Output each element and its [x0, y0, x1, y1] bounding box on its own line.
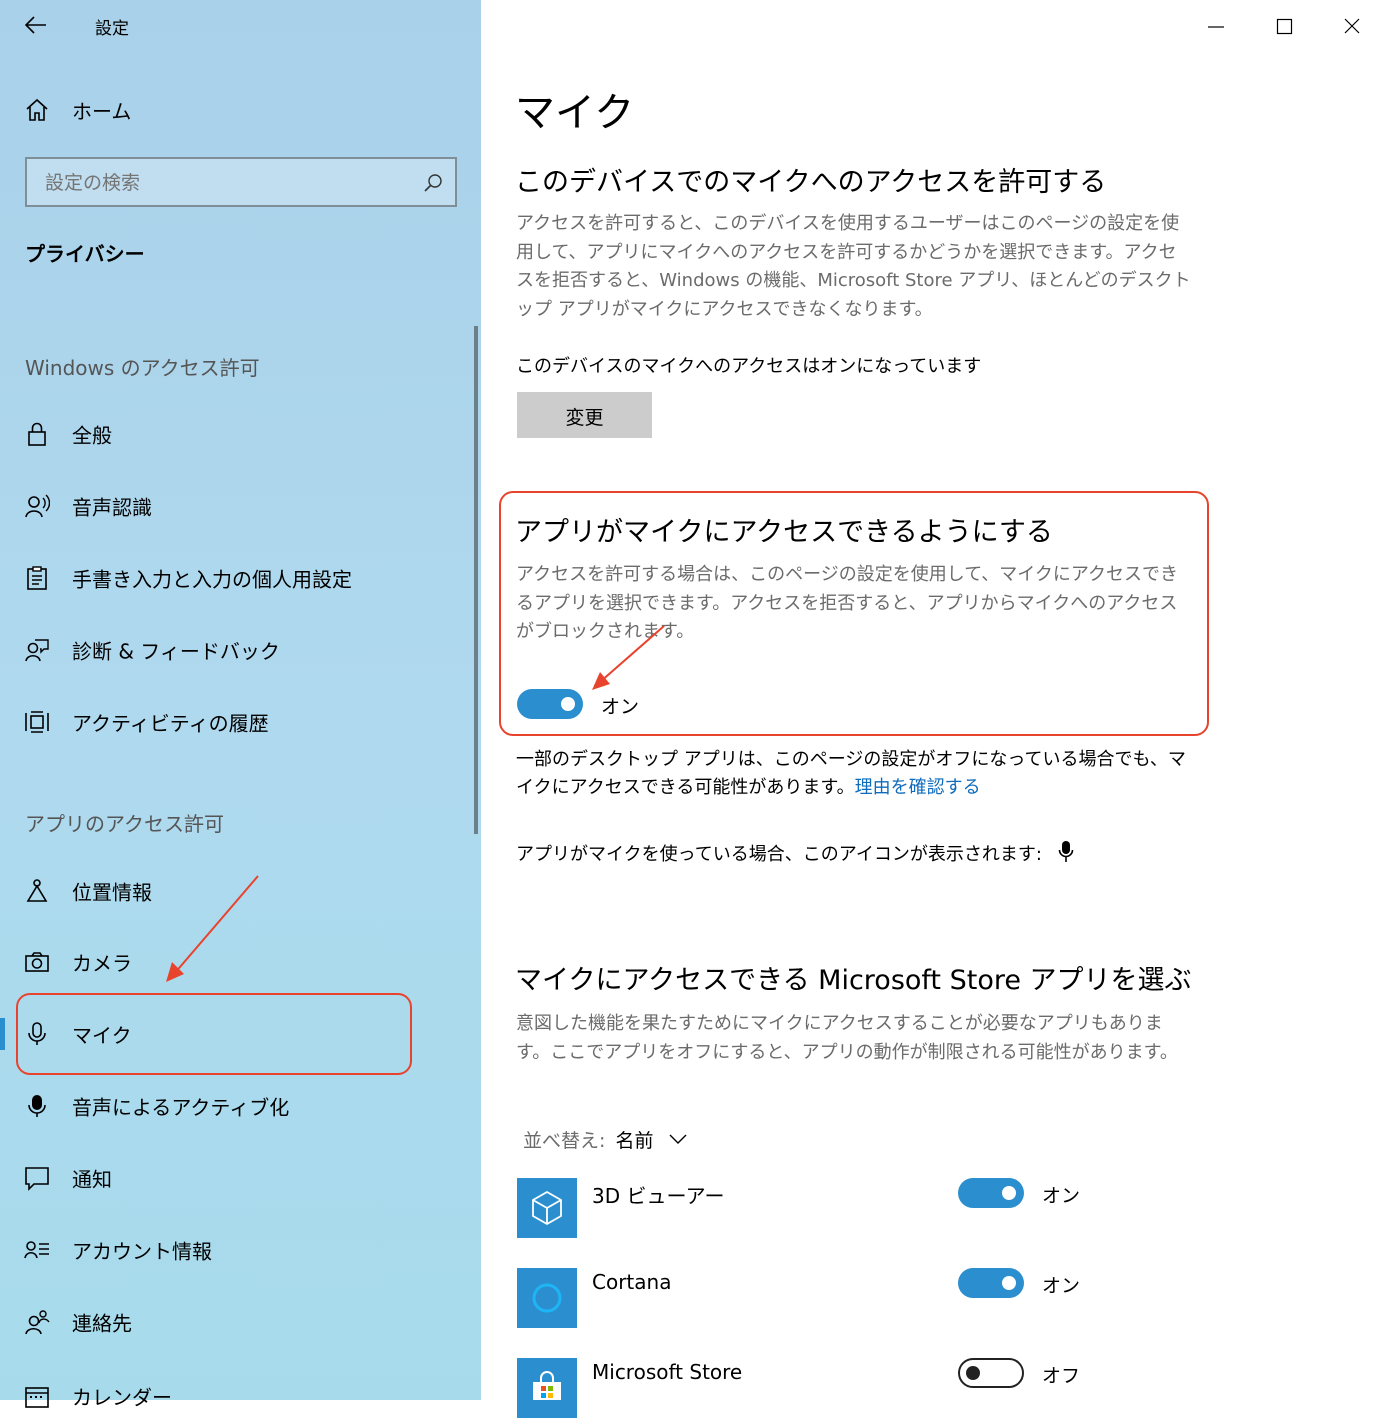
sidebar-item-contacts[interactable]: 連絡先 — [0, 1292, 481, 1352]
annotation-arrow — [592, 625, 665, 690]
location-icon — [24, 878, 50, 904]
change-button-label: 変更 — [565, 407, 604, 429]
app-toggle-3d-viewer[interactable] — [958, 1178, 1024, 1208]
sort-dropdown[interactable]: 並べ替え: 名前 — [523, 1126, 688, 1153]
sidebar-item-label: ホーム — [72, 99, 132, 124]
minimize-button[interactable] — [1197, 12, 1237, 42]
selected-indicator — [0, 1018, 5, 1050]
sidebar-item-inking-typing[interactable]: 手書き入力と入力の個人用設定 — [0, 548, 481, 608]
camera-icon — [24, 949, 50, 975]
maximize-icon — [1276, 18, 1293, 35]
sidebar-item-notifications[interactable]: 通知 — [0, 1148, 481, 1208]
sidebar-item-home[interactable]: ホーム — [0, 80, 481, 140]
sidebar-item-activity-history[interactable]: アクティビティの履歴 — [0, 692, 481, 752]
sidebar-item-label: カメラ — [72, 951, 132, 976]
minimize-icon — [1208, 26, 1224, 28]
app-tile-cortana — [517, 1268, 577, 1328]
app-name: Microsoft Store — [592, 1360, 743, 1384]
sidebar-item-account-info[interactable]: アカウント情報 — [0, 1220, 481, 1280]
maximize-button[interactable] — [1267, 12, 1307, 42]
mic-in-use-note-text: アプリがマイクを使っている場合、このアイコンが表示されます: — [516, 844, 1042, 865]
sidebar-item-general[interactable]: 全般 — [0, 404, 481, 464]
lock-icon — [24, 421, 50, 447]
notification-icon — [24, 1165, 50, 1191]
toggle-knob — [966, 1366, 980, 1380]
device-access-description: アクセスを許可すると、このデバイスを使用するユーザーはこのページの設定を使用して… — [516, 213, 1191, 320]
device-access-heading: このデバイスでのマイクへのアクセスを許可する — [515, 167, 1107, 198]
annotation-highlight-box — [16, 993, 412, 1075]
speech-icon — [24, 493, 51, 519]
annotation-highlight-box — [499, 491, 1209, 736]
chevron-down-icon — [669, 1134, 687, 1144]
sidebar-item-label: アクティビティの履歴 — [72, 711, 269, 736]
annotation-arrow — [166, 875, 259, 982]
learn-why-link[interactable]: 理由を確認する — [855, 777, 981, 798]
sidebar: 設定 ホーム プライバシー Windows のアクセス許可 全般 音声認識 手書… — [0, 0, 481, 1410]
mic-in-use-note: アプリがマイクを使っている場合、このアイコンが表示されます: — [516, 840, 1074, 869]
clipboard-icon — [24, 565, 50, 591]
feedback-icon — [24, 637, 50, 663]
account-info-icon — [24, 1237, 50, 1263]
app-name: 3D ビューアー — [592, 1184, 725, 1208]
sidebar-item-label: 手書き入力と入力の個人用設定 — [72, 567, 352, 592]
app-name: Cortana — [592, 1270, 672, 1294]
page-title: マイク — [515, 90, 635, 136]
app-toggle-cortana[interactable] — [958, 1268, 1024, 1298]
contacts-icon — [24, 1309, 50, 1335]
sidebar-item-label: 通知 — [72, 1167, 112, 1192]
sidebar-item-calendar[interactable]: カレンダー — [0, 1366, 481, 1426]
cortana-icon — [532, 1283, 562, 1313]
desktop-apps-note: 一部のデスクトップ アプリは、このページの設定がオフになっている場合でも、マイク… — [516, 746, 1196, 802]
back-arrow-icon — [24, 16, 46, 34]
sidebar-item-speech[interactable]: 音声認識 — [0, 476, 481, 536]
toggle-knob — [1002, 1186, 1016, 1200]
close-button[interactable] — [1333, 12, 1373, 42]
app-toggle-label: オン — [1042, 1275, 1081, 1297]
home-icon — [24, 97, 50, 123]
sort-value: 名前 — [615, 1130, 654, 1152]
sidebar-item-label: 連絡先 — [72, 1311, 132, 1336]
cube-icon — [532, 1190, 562, 1226]
sidebar-item-voice-activation[interactable]: 音声によるアクティブ化 — [0, 1076, 481, 1136]
store-apps-description: 意図した機能を果たすためにマイクにアクセスすることが必要なアプリもあります。ここ… — [516, 1013, 1178, 1063]
app-permissions-heading: アプリのアクセス許可 — [25, 812, 224, 836]
change-button[interactable]: 変更 — [517, 392, 652, 438]
device-access-status: このデバイスのマイクへのアクセスはオンになっています — [516, 356, 982, 377]
windows-permissions-heading: Windows のアクセス許可 — [25, 356, 260, 380]
toggle-knob — [1002, 1276, 1016, 1290]
timeline-icon — [24, 709, 50, 735]
app-toggle-microsoft-store[interactable] — [958, 1358, 1024, 1388]
search-box[interactable] — [25, 157, 457, 207]
sort-label: 並べ替え: — [523, 1130, 606, 1152]
desktop-apps-note-text: 一部のデスクトップ アプリは、このページの設定がオフになっている場合でも、マイク… — [516, 749, 1186, 798]
sidebar-item-label: アカウント情報 — [72, 1239, 212, 1264]
sidebar-item-label: 位置情報 — [72, 880, 152, 905]
window-title: 設定 — [95, 19, 129, 39]
store-bag-icon — [533, 1371, 561, 1400]
sidebar-item-diagnostics[interactable]: 診断 & フィードバック — [0, 620, 481, 680]
category-title: プライバシー — [25, 242, 145, 266]
voice-activation-icon — [24, 1093, 50, 1119]
app-toggle-label: オン — [1042, 1185, 1081, 1207]
sidebar-item-label: 診断 & フィードバック — [72, 639, 280, 664]
calendar-icon — [24, 1383, 50, 1409]
sidebar-item-label: 音声認識 — [72, 495, 152, 520]
sidebar-item-label: カレンダー — [72, 1385, 172, 1410]
sidebar-item-label: 音声によるアクティブ化 — [72, 1095, 290, 1120]
sidebar-item-label: 全般 — [72, 423, 112, 448]
back-button[interactable] — [22, 12, 52, 40]
search-icon — [424, 174, 442, 192]
search-input[interactable] — [43, 169, 407, 197]
store-apps-heading: マイクにアクセスできる Microsoft Store アプリを選ぶ — [515, 965, 1192, 996]
app-tile-microsoft-store — [517, 1358, 577, 1418]
close-icon — [1344, 18, 1360, 34]
microphone-in-use-icon — [1058, 841, 1073, 862]
app-toggle-label: オフ — [1042, 1365, 1081, 1387]
app-tile-3d-viewer — [517, 1178, 577, 1238]
main-content: マイク このデバイスでのマイクへのアクセスを許可する アクセスを許可すると、この… — [481, 0, 1389, 1418]
